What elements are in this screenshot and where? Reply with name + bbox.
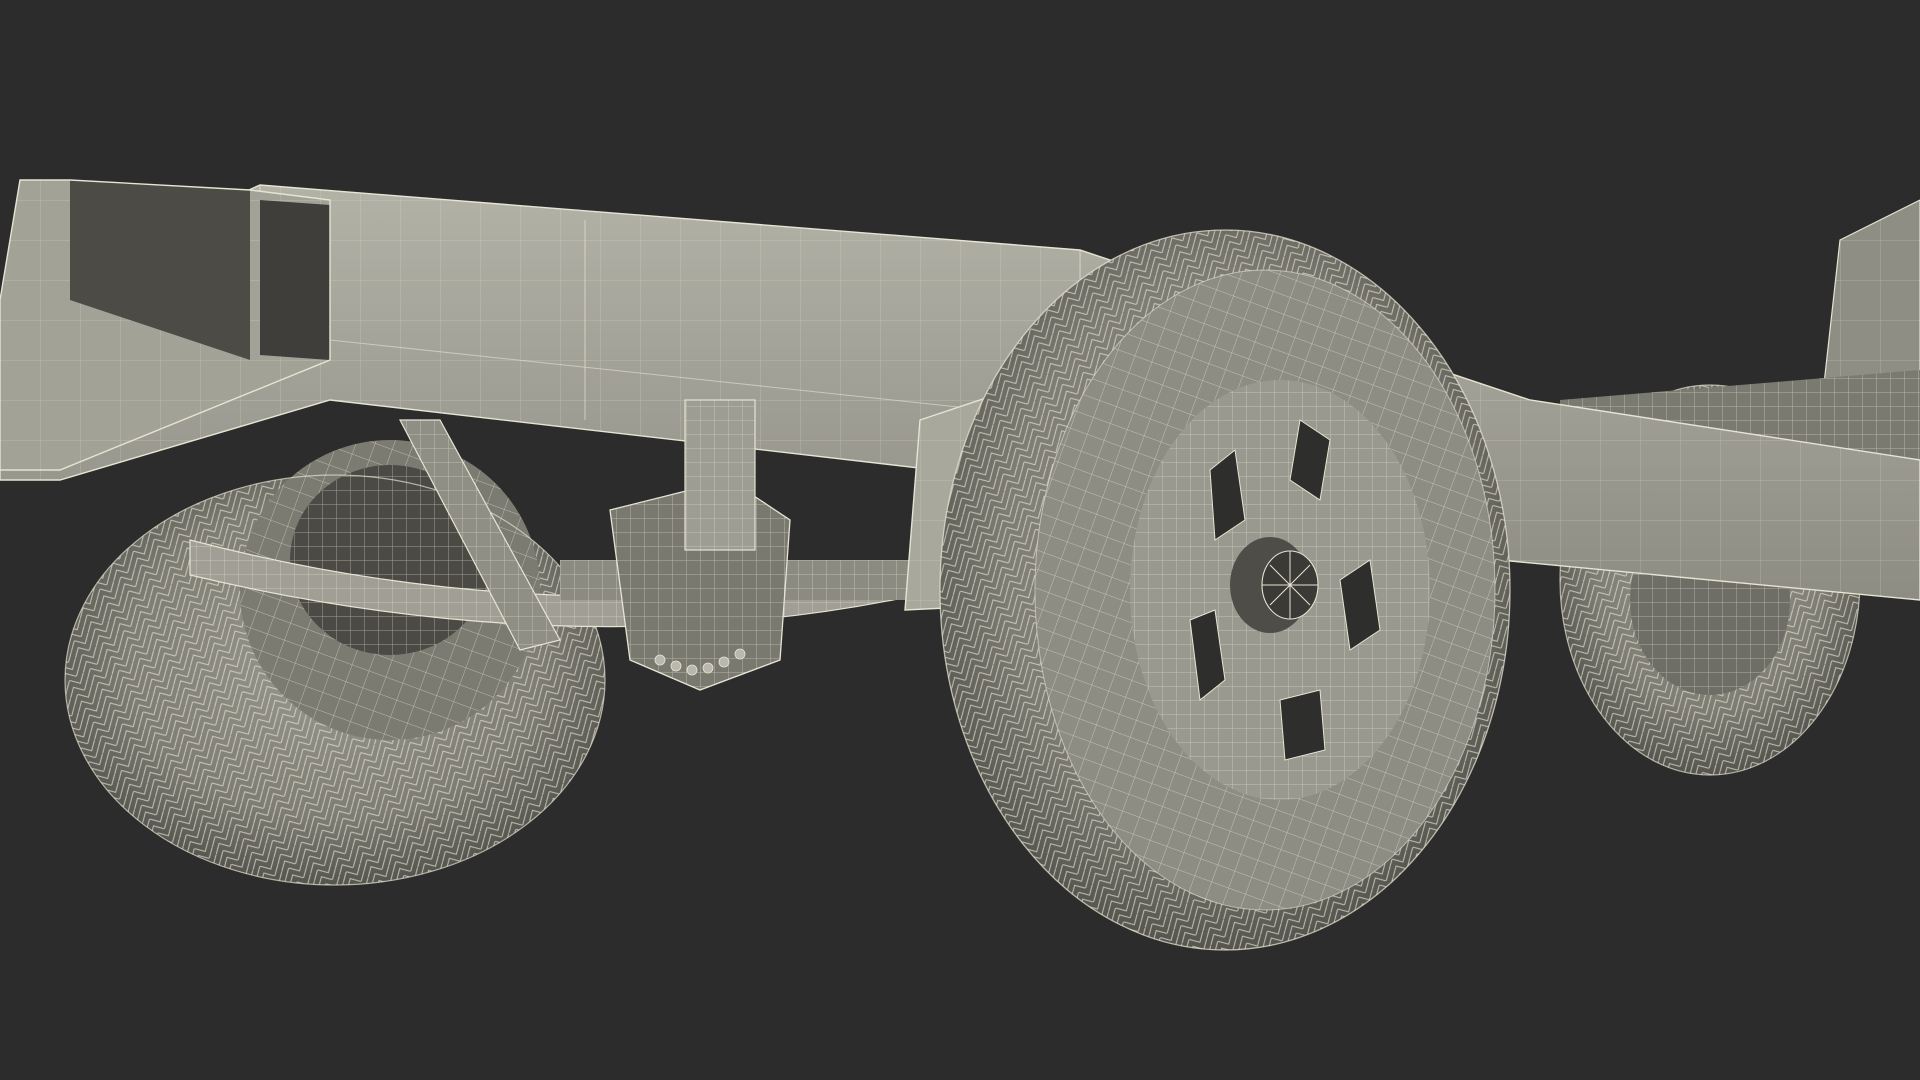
front-right-wheel bbox=[939, 229, 1511, 951]
3d-viewport[interactable] bbox=[0, 0, 1920, 1080]
rear-left-wheel bbox=[64, 440, 606, 886]
chassis-wireframe-render bbox=[0, 179, 1920, 951]
front-crossmember bbox=[0, 179, 331, 471]
